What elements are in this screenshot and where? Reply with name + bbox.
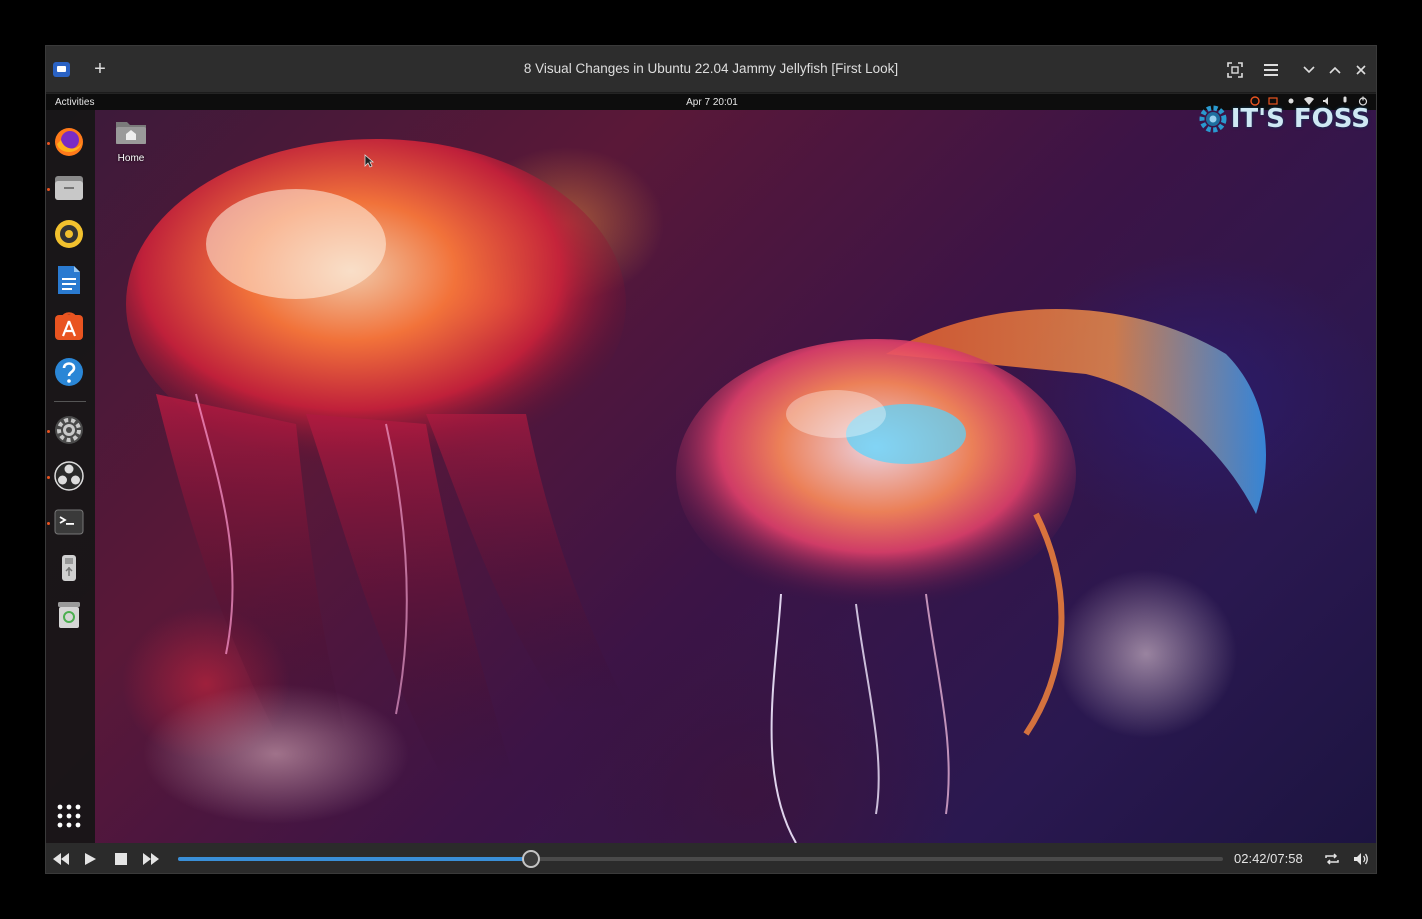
play-icon (85, 853, 96, 865)
video-player-window: + 8 Visual Changes in Ubuntu 22.04 Jammy… (45, 45, 1377, 874)
dock-trash[interactable] (53, 598, 85, 630)
fullscreen-button[interactable] (1223, 58, 1247, 82)
its-foss-watermark: IT'S FOSS (1199, 104, 1370, 134)
window-title: 8 Visual Changes in Ubuntu 22.04 Jammy J… (523, 61, 899, 76)
dock-software-center[interactable] (53, 310, 85, 342)
running-indicator (47, 188, 50, 191)
jellyfish-right-image (676, 309, 1266, 843)
terminal-icon (54, 509, 84, 535)
running-indicator (47, 430, 50, 433)
ubuntu-dock (46, 110, 95, 843)
chevron-up-icon (1329, 66, 1341, 74)
settings-icon (55, 416, 83, 444)
dock-help[interactable] (53, 356, 85, 388)
obs-icon (54, 461, 84, 491)
playback-controls: 02:42/07:58 (46, 843, 1376, 873)
repeat-icon (1325, 853, 1339, 865)
rhythmbox-icon (55, 220, 83, 248)
running-indicator (47, 142, 50, 145)
home-folder-label: Home (117, 153, 145, 164)
time-readout: 02:42/07:58 (1234, 851, 1303, 866)
mouse-cursor-icon (364, 154, 374, 168)
titlebar: + 8 Visual Changes in Ubuntu 22.04 Jammy… (46, 46, 1376, 93)
new-tab-button[interactable]: + (90, 58, 110, 80)
app-grid-icon (57, 804, 81, 828)
show-applications-button[interactable] (53, 800, 85, 832)
dock-usb-drive[interactable] (53, 552, 85, 584)
dock-terminal[interactable] (53, 506, 85, 538)
maximize-button[interactable] (1323, 58, 1347, 82)
dock-rhythmbox[interactable] (53, 218, 85, 250)
gear-icon (1199, 105, 1227, 133)
minimize-button[interactable] (1297, 58, 1321, 82)
volume-button[interactable] (1353, 851, 1371, 867)
dock-firefox[interactable] (53, 126, 85, 158)
speaker-icon (1354, 853, 1368, 865)
clock: Apr 7 20:01 (686, 97, 738, 108)
rewind-button[interactable] (52, 851, 70, 867)
dock-libreoffice-writer[interactable] (53, 264, 85, 296)
fullscreen-icon (1227, 62, 1243, 78)
help-icon (55, 358, 83, 386)
dock-separator (54, 401, 86, 402)
watermark-text: IT'S FOSS (1230, 104, 1370, 134)
app-icon[interactable] (53, 62, 70, 77)
trash-icon (58, 602, 80, 628)
running-indicator (47, 522, 50, 525)
stop-icon (115, 853, 127, 865)
close-button[interactable] (1349, 58, 1373, 82)
main-menu-button[interactable] (1259, 58, 1283, 82)
video-frame[interactable]: Activities Apr 7 20:01 Home IT'S FOSS (46, 94, 1376, 843)
close-icon (1356, 65, 1366, 75)
play-button[interactable] (82, 851, 100, 867)
rewind-icon (53, 853, 69, 865)
hamburger-menu-icon (1264, 64, 1278, 76)
firefox-icon (55, 128, 83, 156)
fast-forward-button[interactable] (142, 851, 160, 867)
dock-files[interactable] (53, 172, 85, 204)
seek-bar[interactable] (178, 857, 1223, 861)
loop-button[interactable] (1324, 851, 1342, 867)
software-center-icon (55, 312, 83, 340)
files-icon (55, 176, 83, 200)
desktop-home-folder[interactable]: Home (114, 118, 148, 164)
gnome-top-bar: Activities Apr 7 20:01 (46, 94, 1376, 110)
dock-settings[interactable] (53, 414, 85, 446)
dock-obs-studio[interactable] (53, 460, 85, 492)
seek-bar-progress (178, 857, 532, 861)
running-indicator (47, 476, 50, 479)
home-folder-icon (116, 122, 146, 144)
chevron-down-icon (1303, 66, 1315, 74)
fast-forward-icon (143, 853, 159, 865)
stop-button[interactable] (113, 851, 131, 867)
libreoffice-writer-icon (58, 266, 80, 294)
seek-bar-handle[interactable] (522, 850, 541, 868)
usb-drive-icon (62, 555, 76, 581)
